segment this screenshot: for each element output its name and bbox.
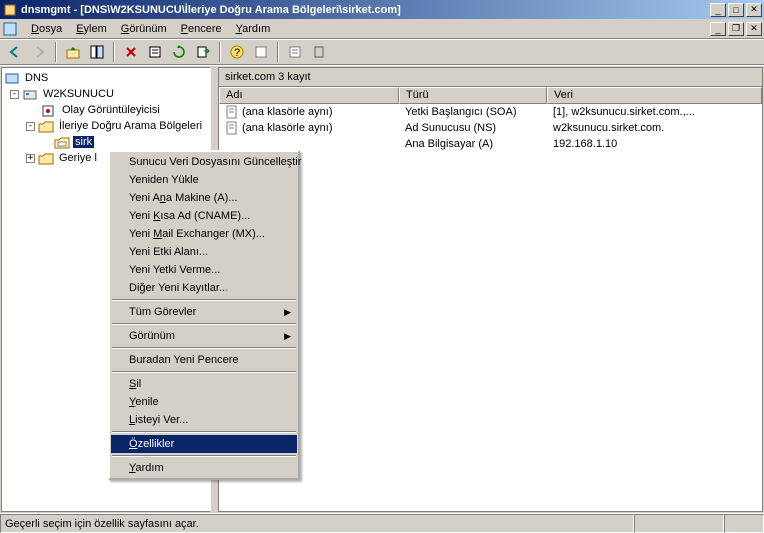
ctx-new-window[interactable]: Buradan Yeni Pencere — [111, 351, 297, 369]
forward-button[interactable] — [28, 41, 50, 63]
tree-fwd-label: İleriye Doğru Arama Bölgeleri — [57, 120, 204, 132]
col-data[interactable]: Veri — [547, 87, 762, 104]
ctx-new-mx[interactable]: Yeni Mail Exchanger (MX)... — [111, 225, 297, 243]
cell-type: Ana Bilgisayar (A) — [399, 138, 547, 150]
tree-toggle-icon[interactable]: + — [26, 154, 35, 163]
list-row[interactable]: (ana klasörle aynı) Ad Sunucusu (NS) w2k… — [219, 120, 762, 136]
ctx-help[interactable]: Yardım — [111, 459, 297, 477]
col-type[interactable]: Türü — [399, 87, 547, 104]
tree-server[interactable]: - W2KSUNUCU — [4, 86, 208, 102]
ctx-update-datafile[interactable]: Sunucu Veri Dosyasını Güncelleştir — [111, 153, 297, 171]
ctx-reload[interactable]: Yeniden Yükle — [111, 171, 297, 189]
tree-event-viewer[interactable]: Olay Görüntüleyicisi — [4, 102, 208, 118]
back-button[interactable] — [4, 41, 26, 63]
list-row[interactable]: Ana Bilgisayar (A) 192.168.1.10 — [219, 136, 762, 152]
refresh-button[interactable] — [168, 41, 190, 63]
ctx-new-domain[interactable]: Yeni Etki Alanı... — [111, 243, 297, 261]
tree-toggle-icon[interactable]: - — [10, 90, 19, 99]
mdi-close-button[interactable]: ✕ — [746, 22, 762, 36]
context-menu: Sunucu Veri Dosyasını Güncelleştir Yenid… — [108, 150, 300, 480]
app-icon — [2, 2, 18, 18]
submenu-arrow-icon: ▶ — [284, 307, 291, 318]
tree-event-label: Olay Görüntüleyicisi — [60, 104, 162, 116]
statusbar: Geçerli seçim için özellik sayfasını aça… — [0, 513, 764, 533]
ctx-other-records[interactable]: Diğer Yeni Kayıtlar... — [111, 279, 297, 297]
mdi-minimize-button[interactable]: _ — [710, 22, 726, 36]
list-header: Adı Türü Veri — [219, 87, 762, 104]
list-row[interactable]: (ana klasörle aynı) Yetki Başlangıcı (SO… — [219, 104, 762, 120]
tree-root[interactable]: DNS — [4, 70, 208, 86]
ctx-new-delegation[interactable]: Yeni Yetki Verme... — [111, 261, 297, 279]
cell-name: (ana klasörle aynı) — [242, 122, 333, 134]
window-title: dnsmgmt - [DNS\W2KSUNUCU\İleriye Doğru A… — [21, 4, 708, 16]
ctx-view[interactable]: Görünüm▶ — [111, 327, 297, 345]
ctx-delete[interactable]: Sil — [111, 375, 297, 393]
record-icon — [225, 105, 239, 119]
mdi-restore-button[interactable]: ❐ — [728, 22, 744, 36]
ctx-separator — [112, 323, 296, 325]
toolbar: ? — [0, 39, 764, 65]
tool-button-1[interactable] — [250, 41, 272, 63]
ctx-export-list[interactable]: Listeyi Ver... — [111, 411, 297, 429]
ctx-separator — [112, 299, 296, 301]
close-button[interactable]: ✕ — [746, 3, 762, 17]
menu-yardim[interactable]: Yardım — [229, 21, 278, 37]
col-name[interactable]: Adı — [219, 87, 399, 104]
properties-button[interactable] — [144, 41, 166, 63]
export-button[interactable] — [192, 41, 214, 63]
list-info-bar: sirket.com 3 kayıt — [219, 68, 762, 87]
tree-fwd-zones[interactable]: - İleriye Doğru Arama Bölgeleri — [4, 118, 208, 134]
ctx-separator — [112, 371, 296, 373]
ctx-separator — [112, 347, 296, 349]
ctx-refresh[interactable]: Yenile — [111, 393, 297, 411]
cell-data: w2ksunucu.sirket.com. — [547, 122, 762, 134]
cell-name: (ana klasörle aynı) — [242, 106, 333, 118]
menubar: Dosya Eylem Görünüm Pencere Yardım _ ❐ ✕ — [0, 19, 764, 39]
ctx-properties[interactable]: Özellikler — [111, 435, 297, 453]
tool-button-3[interactable] — [308, 41, 330, 63]
mmc-icon — [2, 21, 18, 37]
ctx-new-host-a[interactable]: Yeni Ana Makine (A)... — [111, 189, 297, 207]
menu-pencere[interactable]: Pencere — [174, 21, 229, 37]
ctx-separator — [112, 455, 296, 457]
status-panel-2 — [634, 514, 724, 533]
cell-type: Yetki Başlangıcı (SOA) — [399, 106, 547, 118]
up-button[interactable] — [62, 41, 84, 63]
minimize-button[interactable]: _ — [710, 3, 726, 17]
tree-root-label: DNS — [23, 72, 50, 84]
tree-rev-label: Geriye l — [57, 152, 99, 164]
cell-data: 192.168.1.10 — [547, 138, 762, 150]
svg-text:?: ? — [234, 47, 240, 59]
ctx-all-tasks[interactable]: Tüm Görevler▶ — [111, 303, 297, 321]
status-text: Geçerli seçim için özellik sayfasını aça… — [0, 514, 634, 533]
maximize-button[interactable]: □ — [728, 3, 744, 17]
tree-server-label: W2KSUNUCU — [41, 88, 116, 100]
show-hide-tree-button[interactable] — [86, 41, 108, 63]
menu-gorunum[interactable]: Görünüm — [114, 21, 174, 37]
record-icon — [225, 121, 239, 135]
titlebar: dnsmgmt - [DNS\W2KSUNUCU\İleriye Doğru A… — [0, 0, 764, 19]
menu-eylem[interactable]: Eylem — [69, 21, 114, 37]
cell-type: Ad Sunucusu (NS) — [399, 122, 547, 134]
status-panel-3 — [724, 514, 764, 533]
menu-dosya[interactable]: Dosya — [24, 21, 69, 37]
tree-zone-label: sirk — [73, 136, 94, 148]
help-button[interactable]: ? — [226, 41, 248, 63]
tree-zone-selected[interactable]: sirk — [4, 134, 208, 150]
ctx-separator — [112, 431, 296, 433]
delete-button[interactable] — [120, 41, 142, 63]
submenu-arrow-icon: ▶ — [284, 331, 291, 342]
cell-data: [1], w2ksunucu.sirket.com.,... — [547, 106, 762, 118]
ctx-new-cname[interactable]: Yeni Kısa Ad (CNAME)... — [111, 207, 297, 225]
tree-toggle-icon[interactable]: - — [26, 122, 35, 131]
record-icon — [225, 137, 239, 151]
tool-button-2[interactable] — [284, 41, 306, 63]
